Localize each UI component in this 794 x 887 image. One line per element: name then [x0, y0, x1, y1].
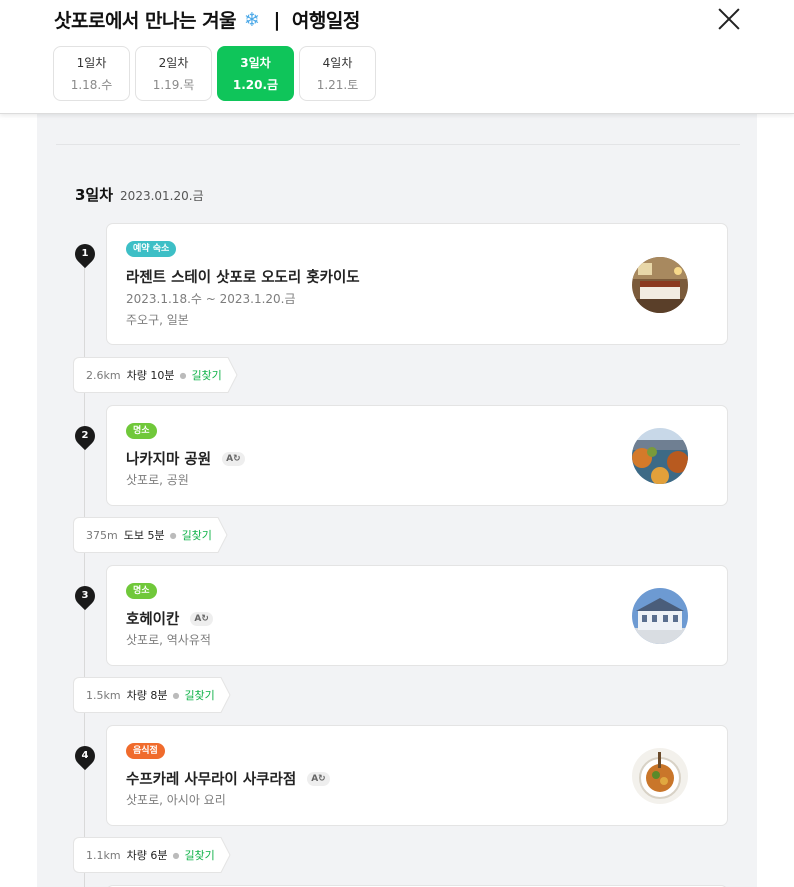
- tab-label: 2일차: [158, 56, 189, 70]
- place-name: 수프카레 사무라이 사쿠라점 A↻: [126, 768, 330, 789]
- place-name: 호헤이칸 A↻: [126, 608, 213, 629]
- stop-marker-1: 1: [70, 239, 100, 270]
- schedule-panel: 3일차 2023.01.20.금 1 예약 숙소 라젠트 스테이 삿포로 오도리…: [37, 114, 757, 887]
- route-arrow-tip: [218, 677, 231, 713]
- page-subtitle: 여행일정: [291, 10, 360, 32]
- day-heading: 3일차 2023.01.20.금: [75, 184, 204, 205]
- translate-icon: A↻: [190, 611, 213, 626]
- directions-link[interactable]: 길찾기: [184, 687, 214, 703]
- timeline-line: [84, 254, 85, 887]
- directions-link[interactable]: 길찾기: [191, 367, 221, 383]
- place-name-text: 수프카레 사무라이 사쿠라점: [126, 772, 297, 788]
- category-badge: 예약 숙소: [126, 241, 177, 257]
- tab-day-1[interactable]: 1일차 1.18.수: [53, 46, 130, 101]
- translate-icon-letter: A: [226, 453, 234, 464]
- route-dot: ●: [172, 850, 180, 860]
- route-mode: 도보 5분: [123, 529, 165, 542]
- place-location: 삿포로, 아시아 요리: [126, 793, 226, 807]
- directions-link[interactable]: 길찾기: [184, 847, 214, 863]
- stop-marker-3: 3: [70, 581, 100, 612]
- route-segment: 375m 도보 5분 ● 길찾기: [73, 517, 228, 553]
- route-mode: 차량 10분: [126, 369, 175, 382]
- place-name-text: 나카지마 공원: [126, 452, 212, 468]
- category-badge: 명소: [126, 423, 157, 439]
- route-mode: 차량 8분: [126, 689, 168, 702]
- route-arrow-tip: [225, 357, 238, 393]
- stop-card[interactable]: 예약 숙소 라젠트 스테이 삿포로 오도리 홋카이도 2023.1.18.수 ~…: [106, 223, 728, 345]
- route-segment: 2.6km 차량 10분 ● 길찾기: [73, 357, 238, 393]
- translate-icon: A↻: [222, 451, 245, 466]
- category-badge: 명소: [126, 583, 157, 599]
- tab-label: 1일차: [76, 56, 107, 70]
- route-dot: ●: [169, 530, 177, 540]
- tab-date: 1.21.토: [316, 78, 359, 92]
- tab-date: 1.19.목: [152, 78, 195, 92]
- place-location: 삿포로, 역사유적: [126, 633, 211, 647]
- day-tabs: 1일차 1.18.수 2일차 1.19.목 3일차 1.20.금 4일차 1.2…: [53, 46, 376, 101]
- directions-link[interactable]: 길찾기: [182, 527, 212, 543]
- place-name-text: 호헤이칸: [126, 612, 180, 628]
- translate-icon-letter: A: [311, 773, 319, 784]
- stay-dates: 2023.1.18.수 ~ 2023.1.20.금: [126, 292, 296, 306]
- route-distance: 375m: [86, 528, 118, 542]
- close-icon[interactable]: [716, 6, 742, 32]
- itinerary-header: 삿포로에서 만나는 겨울 ❄ | 여행일정 1일차 1.18.수 2일차 1.1…: [0, 0, 794, 114]
- divider: [56, 144, 740, 145]
- category-badge: 음식점: [126, 743, 165, 759]
- route-mode: 차량 6분: [126, 849, 168, 862]
- route-dot: ●: [179, 370, 187, 380]
- day-label: 3일차: [75, 186, 114, 204]
- tab-date: 1.18.수: [70, 78, 113, 92]
- tab-label: 4일차: [322, 56, 353, 70]
- park-thumbnail: [632, 428, 688, 484]
- stop-card[interactable]: 음식점 수프카레 사무라이 사쿠라점 A↻ 삿포로, 아시아 요리: [106, 725, 728, 826]
- stop-number: 2: [81, 430, 89, 441]
- tab-date: 1.20.금: [232, 78, 279, 92]
- stop-number: 3: [81, 590, 89, 601]
- historic-building-thumbnail: [632, 588, 688, 644]
- soup-curry-thumbnail: [632, 748, 688, 804]
- stop-card[interactable]: 명소 나카지마 공원 A↻ 삿포로, 공원: [106, 405, 728, 506]
- route-distance: 1.5km: [86, 688, 121, 702]
- route-segment: 1.5km 차량 8분 ● 길찾기: [73, 677, 231, 713]
- tab-day-4[interactable]: 4일차 1.21.토: [299, 46, 376, 101]
- stop-number: 4: [81, 750, 89, 761]
- translate-icon-letter: A: [194, 613, 202, 624]
- route-dot: ●: [172, 690, 180, 700]
- tab-day-2[interactable]: 2일차 1.19.목: [135, 46, 212, 101]
- stop-marker-4: 4: [70, 741, 100, 772]
- tab-label: 3일차: [240, 56, 271, 70]
- stop-card[interactable]: 명소 호헤이칸 A↻ 삿포로, 역사유적: [106, 565, 728, 666]
- place-name: 나카지마 공원 A↻: [126, 448, 245, 469]
- tab-day-3[interactable]: 3일차 1.20.금: [217, 46, 294, 101]
- route-distance: 1.1km: [86, 848, 121, 862]
- title-separator: |: [273, 8, 280, 31]
- place-location: 주오구, 일본: [126, 313, 189, 327]
- trip-title: 삿포로에서 만나는 겨울: [54, 10, 237, 32]
- page-title: 삿포로에서 만나는 겨울 ❄ | 여행일정: [54, 6, 360, 33]
- hotel-room-thumbnail: [632, 257, 688, 313]
- route-distance: 2.6km: [86, 368, 121, 382]
- day-date: 2023.01.20.금: [120, 189, 204, 203]
- place-name-text: 라젠트 스테이 삿포로 오도리 홋카이도: [126, 270, 360, 286]
- route-arrow-tip: [218, 837, 231, 873]
- snowflake-icon: ❄: [244, 8, 260, 31]
- stop-number: 1: [81, 248, 89, 259]
- stop-marker-2: 2: [70, 421, 100, 452]
- route-segment: 1.1km 차량 6분 ● 길찾기: [73, 837, 231, 873]
- place-name: 라젠트 스테이 삿포로 오도리 홋카이도: [126, 266, 360, 287]
- route-arrow-tip: [215, 517, 228, 553]
- place-location: 삿포로, 공원: [126, 473, 189, 487]
- translate-icon: A↻: [307, 771, 330, 786]
